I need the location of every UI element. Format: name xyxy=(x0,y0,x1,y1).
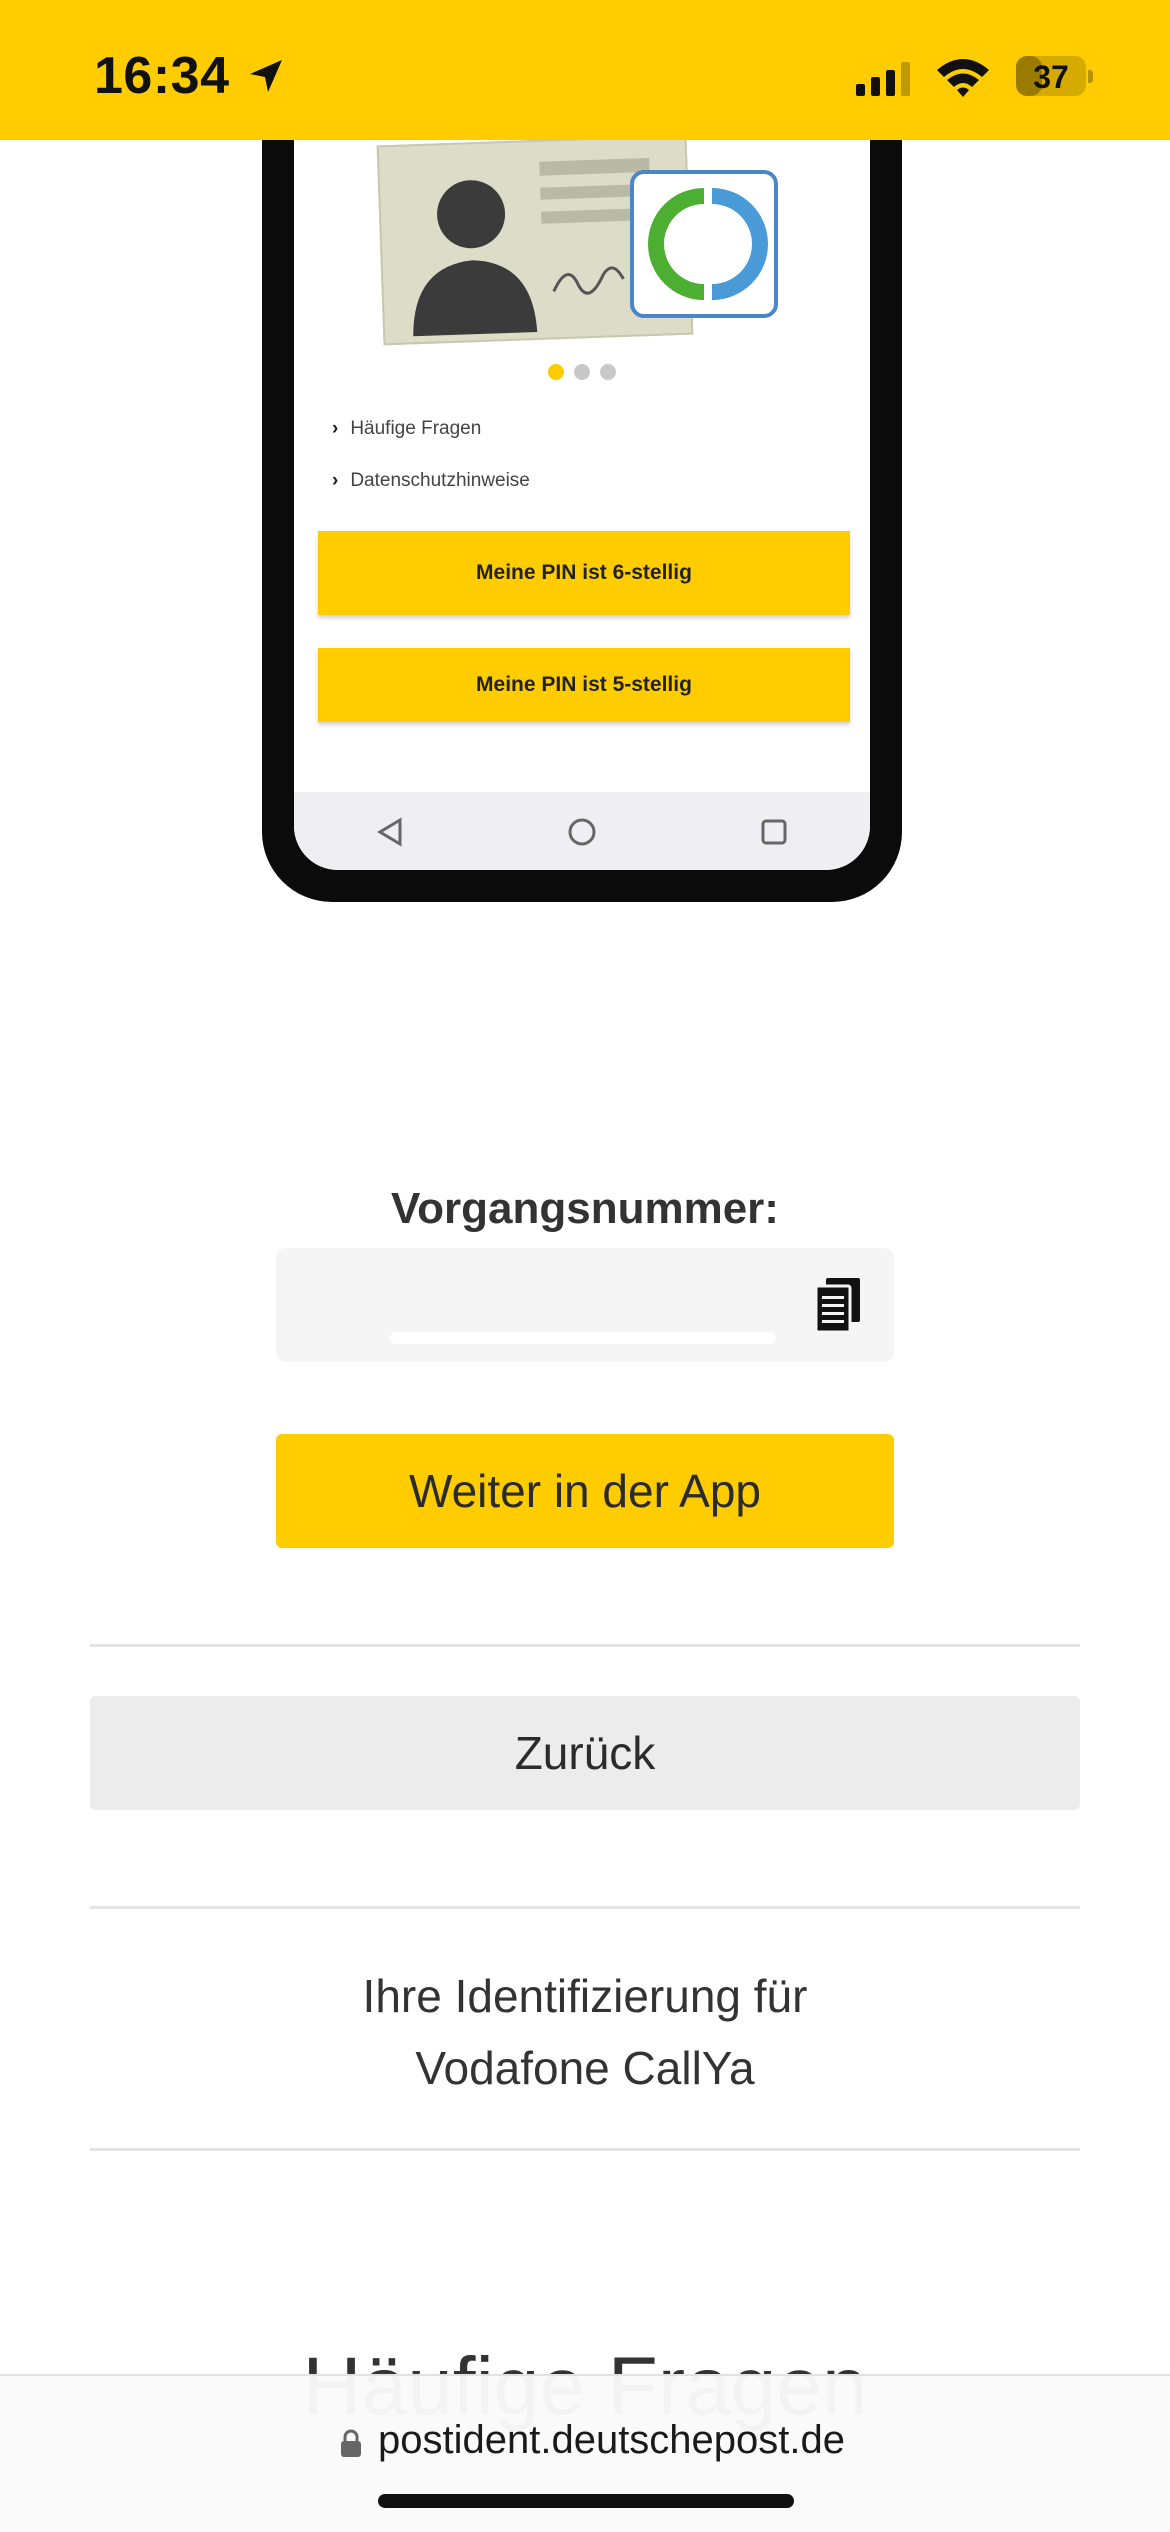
phone-pin-5-button: Meine PIN ist 5-stellig xyxy=(318,648,850,722)
phone-link-faq: › Häufige Fragen xyxy=(332,418,481,440)
back-triangle-icon xyxy=(377,817,402,847)
postident-app-logo xyxy=(630,170,778,318)
phone-link-label: Häufige Fragen xyxy=(350,418,482,439)
phone-link-privacy: › Datenschutzhinweise xyxy=(332,470,530,492)
identification-info: Ihre Identifizierung für Vodafone CallYa xyxy=(0,1960,1170,2104)
recents-square-icon xyxy=(761,819,787,845)
home-indicator[interactable] xyxy=(378,2494,794,2508)
divider xyxy=(90,2148,1080,2151)
chevron-right-icon: › xyxy=(332,418,339,439)
carousel-dot xyxy=(600,364,616,380)
chevron-right-icon: › xyxy=(332,470,339,491)
back-button[interactable]: Zurück xyxy=(90,1696,1080,1810)
phone-pin-6-button: Meine PIN ist 6-stellig xyxy=(318,531,850,615)
ring-logo-icon xyxy=(648,188,768,300)
phone-link-label: Datenschutzhinweise xyxy=(350,470,530,491)
home-circle-icon xyxy=(568,818,596,846)
phone-illustration: › Häufige Fragen › Datenschutzhinweise Mei… xyxy=(262,40,902,902)
vorgangsnummer-value xyxy=(390,1332,776,1344)
copy-icon[interactable] xyxy=(816,1278,862,1334)
cellular-signal-icon xyxy=(856,62,910,96)
carousel-dot xyxy=(574,364,590,380)
status-bar: 16:34 37 xyxy=(0,0,1170,140)
location-arrow-icon xyxy=(250,60,282,92)
divider xyxy=(90,1644,1080,1647)
browser-address-bar[interactable]: postident.deutschepost.de xyxy=(0,2374,1170,2532)
vorgangsnummer-label: Vorgangsnummer: xyxy=(391,1184,779,1233)
battery-level: 37 xyxy=(1033,59,1069,95)
identification-line-1: Ihre Identifizierung für xyxy=(362,1970,808,2022)
status-time: 16:34 xyxy=(94,47,230,105)
carousel-dot xyxy=(548,364,564,380)
phone-screen: › Häufige Fragen › Datenschutzhinweise Mei… xyxy=(294,40,870,870)
divider xyxy=(90,1906,1080,1909)
phone-nav-bar xyxy=(294,792,870,870)
lock-icon xyxy=(341,2429,361,2457)
wifi-icon xyxy=(937,59,989,97)
carousel-indicator xyxy=(294,364,870,385)
battery-icon: 37 xyxy=(1016,56,1086,96)
url-text[interactable]: postident.deutschepost.de xyxy=(378,2418,845,2463)
continue-in-app-button[interactable]: Weiter in der App xyxy=(276,1434,894,1548)
identification-line-2: Vodafone CallYa xyxy=(415,2042,755,2094)
vorgangsnummer-field[interactable] xyxy=(276,1248,894,1362)
battery-cap xyxy=(1088,70,1093,83)
